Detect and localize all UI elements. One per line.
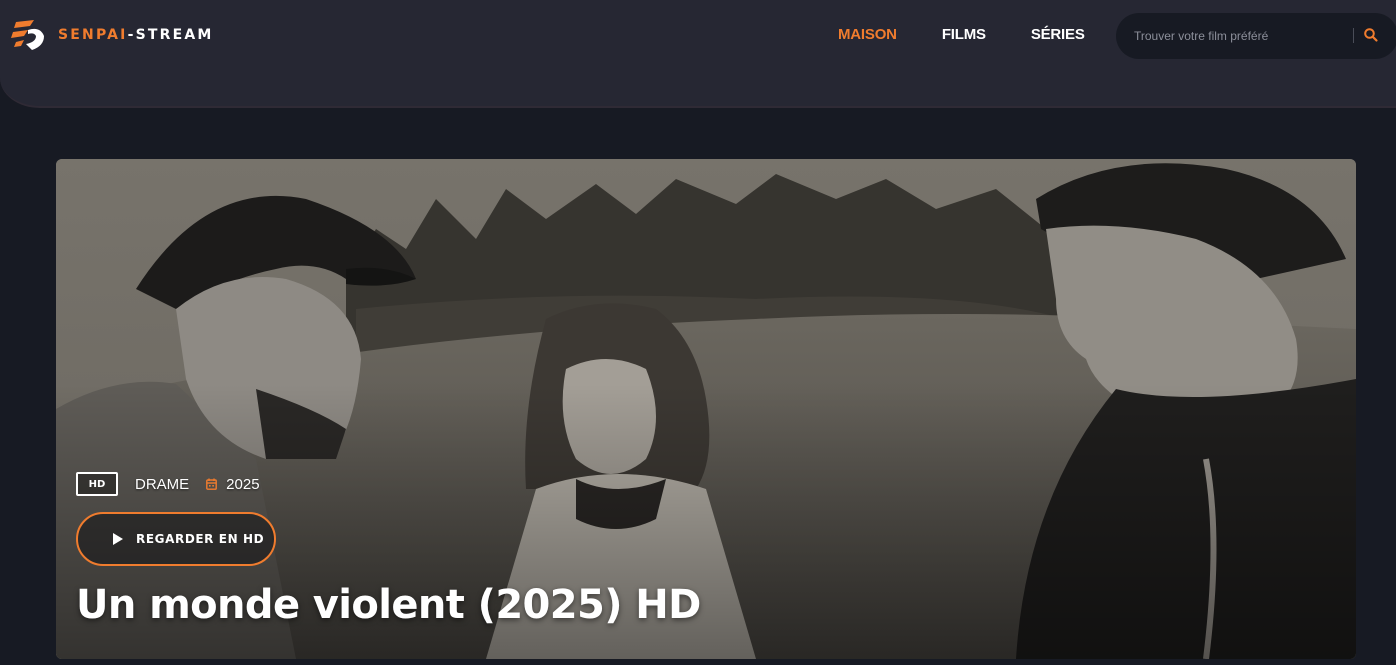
nav-films[interactable]: FILMS — [942, 26, 986, 43]
search-input[interactable] — [1134, 26, 1354, 46]
search-divider — [1353, 28, 1354, 43]
watch-hd-button[interactable]: REGARDER EN HD — [76, 512, 276, 566]
main-nav: MAISON FILMS SÉRIES — [838, 26, 1130, 43]
quality-badge: HD — [76, 472, 118, 496]
nav-maison[interactable]: MAISON — [838, 26, 897, 43]
hero-banner[interactable]: HD DRAME 2025 REGARDER EN HD Un monde vi… — [56, 159, 1356, 659]
logo-text: SENPAI-STREAM — [58, 27, 214, 43]
movie-title[interactable]: Un monde violent (2025) HD — [76, 582, 701, 628]
movie-meta: HD DRAME 2025 — [76, 472, 260, 496]
search-bar — [1116, 13, 1396, 59]
logo-icon — [11, 20, 44, 50]
nav-series[interactable]: SÉRIES — [1031, 26, 1085, 43]
search-icon[interactable] — [1363, 27, 1379, 43]
watch-hd-label: REGARDER EN HD — [136, 532, 265, 546]
calendar-icon — [206, 478, 218, 490]
play-icon — [113, 533, 123, 545]
release-year: 2025 — [226, 475, 260, 493]
logo[interactable]: SENPAI-STREAM — [10, 16, 214, 54]
site-header: SENPAI-STREAM MAISON FILMS SÉRIES — [0, 0, 1396, 108]
genre-link[interactable]: DRAME — [135, 476, 189, 493]
